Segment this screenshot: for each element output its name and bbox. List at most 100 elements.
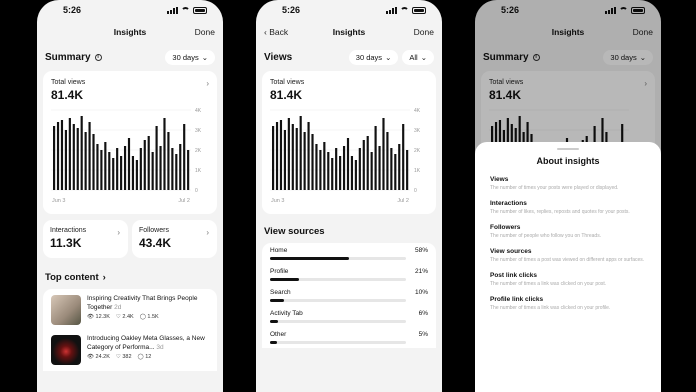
chart-bar [335, 148, 338, 190]
chart-bar [291, 124, 294, 190]
about-insights-sheet: About insights Views The number of times … [475, 142, 661, 392]
view-source-row: Search 10% [262, 285, 436, 306]
views-bar-chart: 4K 3K 2K 1K 0 Jun 3 Jul 2 [270, 108, 421, 204]
source-bar-track [270, 299, 406, 302]
view-sources-list: Home 58% Profile 21% Search 10% Activity Tab 6%… [256, 243, 442, 348]
chart-bar [151, 152, 154, 190]
status-bar: 5:26 [37, 0, 223, 20]
chart-bar [171, 148, 174, 190]
post-replies: ◯ 1.5K [139, 314, 159, 320]
chart-bar [123, 146, 127, 190]
chart-bar [315, 144, 318, 190]
chart-bar [366, 136, 369, 190]
chart-bar [350, 156, 354, 190]
chart-bar [100, 150, 103, 190]
post-age: 3d [156, 343, 164, 351]
chart-bar [88, 122, 91, 190]
view-source-row: Profile 21% [262, 264, 436, 285]
total-views-card[interactable]: Total views 81.4K 4K 3K 2K 1K 0 Jun 3 Jul 2 [262, 71, 436, 214]
sheet-grabber[interactable] [557, 148, 579, 150]
source-bar-fill [270, 320, 279, 323]
source-name: Profile [270, 268, 289, 275]
definition-item: Views The number of times your posts were… [490, 176, 646, 192]
chart-bar [402, 124, 405, 190]
source-name: Activity Tab [270, 310, 303, 317]
chevron-right-icon: › [206, 79, 209, 88]
source-bar-fill [270, 299, 284, 302]
interactions-card[interactable]: Interactions 11.3K › [43, 220, 128, 258]
total-views-label: Total views [51, 79, 86, 86]
x-start-label: Jun 3 [271, 198, 284, 204]
chart-bar [187, 150, 190, 190]
definition-description: The number of times your posts were play… [490, 185, 619, 191]
chart-bar [127, 138, 131, 190]
range-label: 30 days [355, 53, 383, 62]
eye-icon: 👁 [87, 354, 94, 360]
done-button[interactable]: Done [414, 27, 434, 37]
total-views-label: Total views [270, 79, 305, 86]
definition-description: The number of likes, replies, reposts an… [490, 209, 630, 215]
filter-dropdown[interactable]: All ⌄ [402, 50, 434, 65]
status-time: 5:26 [63, 5, 82, 15]
summary-title: Summary [45, 52, 91, 63]
source-bar-fill [270, 278, 299, 281]
chart-bar [179, 144, 182, 190]
source-bar-track [270, 341, 406, 344]
y-tick-label: 1K [414, 168, 421, 174]
chart-bar [104, 142, 107, 190]
chart-bar [323, 142, 326, 190]
total-views-card[interactable]: Total views 81.4K › 4K 3K 2K 1K 0 Jun 3 Jul 2 [43, 71, 217, 214]
chart-bar [131, 156, 135, 190]
source-bar-fill [270, 257, 349, 260]
signal-icon [386, 6, 397, 14]
chart-bar [362, 140, 365, 190]
chart-bar [56, 122, 60, 190]
range-dropdown[interactable]: 30 days ⌄ [348, 50, 399, 65]
chevron-down-icon: ⌄ [385, 53, 392, 62]
post-item[interactable]: Introducing Oakley Meta Glasses, a New C… [43, 331, 217, 371]
chevron-right-icon: › [117, 228, 120, 237]
chart-bar [275, 122, 279, 190]
y-tick-label: 3K [414, 128, 421, 134]
definition-description: The number of times a link was clicked o… [490, 305, 611, 311]
post-likes: ♡ 382 [115, 354, 132, 360]
followers-card[interactable]: Followers 43.4K › [132, 220, 217, 258]
signal-icon [167, 6, 178, 14]
view-source-row: Home 58% [262, 243, 436, 264]
back-button[interactable]: ‹ Back [264, 27, 288, 37]
view-source-row: Activity Tab 6% [262, 306, 436, 327]
definition-term: Followers [490, 224, 521, 231]
y-tick-label: 0 [195, 188, 198, 194]
chart-bar [378, 146, 381, 190]
chart-bar [175, 154, 178, 190]
top-content-header[interactable]: Top content › [37, 258, 223, 289]
eye-icon: 👁 [87, 314, 94, 320]
chart-bar [311, 134, 314, 190]
views-title: Views [264, 52, 293, 63]
definition-item: View sources The number of times a post w… [490, 248, 646, 264]
interactions-label: Interactions [50, 227, 87, 234]
definition-description: The number of times a link was clicked o… [490, 281, 607, 287]
range-dropdown[interactable]: 30 days ⌄ [165, 50, 215, 65]
chart-bar [72, 124, 75, 190]
chart-bar [108, 152, 111, 190]
definition-term: View sources [490, 248, 532, 255]
chart-bar [398, 144, 401, 190]
definition-term: Views [490, 176, 509, 183]
chart-bar [155, 126, 158, 190]
definition-item: Post link clicks The number of times a li… [490, 272, 646, 288]
done-button[interactable]: Done [195, 27, 215, 37]
post-text: Inspiring Creativity That Brings People … [87, 295, 198, 311]
view-source-row: Other 5% [262, 327, 436, 348]
source-percent: 58% [414, 247, 428, 254]
sheet-title: About insights [536, 156, 600, 166]
definition-item: Interactions The number of likes, replies… [490, 200, 646, 216]
info-icon[interactable]: i [94, 54, 102, 61]
chart-bar [374, 126, 377, 190]
nav-bar: Insights Done [37, 20, 223, 44]
chart-bar [139, 148, 142, 190]
chart-bar [390, 148, 393, 190]
post-item[interactable]: Inspiring Creativity That Brings People … [43, 289, 217, 331]
definitions-list: Views The number of times your posts were… [490, 176, 646, 312]
definition-description: The number of people who follow you on T… [490, 233, 602, 239]
